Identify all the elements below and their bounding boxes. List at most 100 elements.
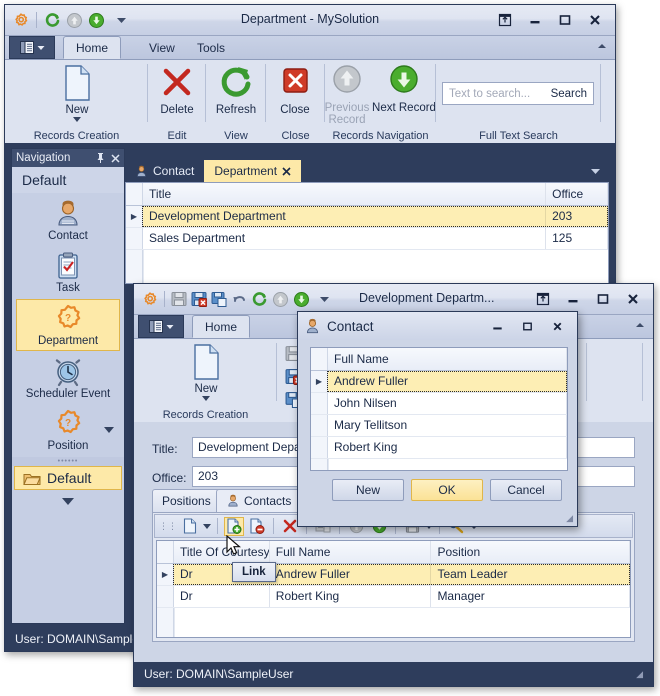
maximize-icon[interactable] bbox=[551, 9, 579, 31]
sidebar-item-position[interactable]: ? Position bbox=[16, 405, 120, 455]
tab-home[interactable]: Home bbox=[63, 36, 121, 59]
toolbar-grip-icon[interactable]: ⋮⋮ bbox=[159, 522, 177, 530]
navigation-splitter[interactable]: •••••• bbox=[12, 457, 124, 466]
doc-tab-overflow-icon[interactable] bbox=[590, 160, 609, 182]
minimize-icon[interactable] bbox=[521, 9, 549, 31]
navigation-group-header[interactable]: Default bbox=[12, 167, 124, 193]
ribbon-collapse-icon[interactable] bbox=[635, 321, 645, 329]
close-icon[interactable] bbox=[581, 9, 609, 31]
search-input[interactable]: Text to search... bbox=[449, 88, 551, 100]
column-header-full-name[interactable]: Full Name bbox=[328, 348, 567, 370]
column-header-title[interactable]: Title bbox=[143, 183, 546, 205]
cell-full-name[interactable]: Andrew Fuller bbox=[328, 371, 567, 392]
refresh-button[interactable]: Refresh bbox=[204, 64, 268, 116]
tooltip-text: Link bbox=[242, 566, 266, 578]
column-header-position[interactable]: Position bbox=[431, 541, 630, 563]
cell-position[interactable]: Team Leader bbox=[431, 564, 630, 585]
list-item[interactable]: Mary Tellitson bbox=[311, 415, 567, 437]
tab-contacts[interactable]: Contacts bbox=[216, 489, 301, 512]
app-menu-icon[interactable] bbox=[142, 291, 158, 307]
cell-position[interactable]: Manager bbox=[431, 586, 630, 607]
cell-title[interactable]: Development Department bbox=[143, 206, 546, 227]
new-button[interactable]: New bbox=[174, 343, 238, 401]
maximize-icon[interactable] bbox=[513, 315, 541, 337]
new-button[interactable] bbox=[180, 517, 200, 536]
cancel-button[interactable]: Cancel bbox=[490, 479, 562, 501]
unlink-button[interactable] bbox=[247, 517, 267, 536]
tab-view[interactable]: View bbox=[137, 36, 187, 59]
customize-qat-icon[interactable] bbox=[319, 294, 330, 305]
undo-icon[interactable] bbox=[231, 291, 247, 307]
doc-tab-department[interactable]: Department bbox=[204, 160, 301, 182]
tab-tools[interactable]: Tools bbox=[185, 36, 237, 59]
maximize-icon[interactable] bbox=[589, 288, 617, 310]
cell-office[interactable]: 203 bbox=[546, 206, 608, 227]
new-button[interactable]: New bbox=[45, 64, 109, 122]
table-row[interactable]: ▶ Dr Andrew Fuller Team Leader bbox=[157, 564, 630, 586]
minimize-icon[interactable] bbox=[559, 288, 587, 310]
restore-group-icon[interactable] bbox=[529, 288, 557, 310]
cell-full-name[interactable]: Mary Tellitson bbox=[328, 415, 567, 436]
contact-dialog-grid[interactable]: Full Name ▶ Andrew Fuller John Nilsen Ma… bbox=[310, 347, 568, 471]
column-header-title-of-courtesy[interactable]: Title Of Courtesy bbox=[174, 541, 270, 563]
chevron-down-icon[interactable] bbox=[73, 117, 81, 122]
refresh-icon[interactable] bbox=[251, 291, 268, 308]
tab-positions[interactable]: Positions bbox=[152, 489, 221, 512]
resize-grip-icon[interactable]: ◢ bbox=[566, 513, 573, 524]
tab-home[interactable]: Home bbox=[192, 315, 250, 338]
sidebar-item-scheduler-event[interactable]: Scheduler Event bbox=[16, 353, 120, 403]
navigation-group-default[interactable]: Default bbox=[14, 466, 122, 490]
cell-full-name[interactable]: Andrew Fuller bbox=[270, 564, 432, 585]
restore-group-icon[interactable] bbox=[491, 9, 519, 31]
next-icon[interactable] bbox=[293, 291, 310, 308]
chevron-down-icon[interactable] bbox=[104, 427, 114, 433]
ribbon-collapse-icon[interactable] bbox=[597, 42, 607, 50]
link-button[interactable] bbox=[224, 517, 244, 536]
next-record-button[interactable]: Next Record bbox=[371, 64, 437, 114]
save-close-icon[interactable] bbox=[191, 291, 207, 307]
list-item[interactable]: ▶ Andrew Fuller bbox=[311, 371, 567, 393]
application-menu-button[interactable] bbox=[138, 315, 184, 338]
sidebar-item-task[interactable]: Task bbox=[16, 247, 120, 297]
chevron-down-icon[interactable] bbox=[202, 396, 210, 401]
sidebar-item-department[interactable]: ? Department bbox=[16, 299, 120, 351]
list-item[interactable]: John Nilsen bbox=[311, 393, 567, 415]
navigation-expand-button[interactable] bbox=[12, 490, 124, 513]
tab-contacts-label: Contacts bbox=[244, 494, 291, 508]
search-button[interactable]: Search bbox=[551, 88, 587, 100]
previous-record-button[interactable]: Previous Record bbox=[316, 64, 378, 126]
pin-icon[interactable] bbox=[96, 153, 105, 163]
resize-grip-icon[interactable]: ◢ bbox=[636, 669, 643, 680]
application-menu-button[interactable] bbox=[9, 36, 55, 59]
table-row[interactable]: ▶ Development Department 203 bbox=[126, 206, 608, 228]
close-icon[interactable] bbox=[282, 167, 291, 176]
save-icon bbox=[171, 291, 187, 307]
cell-full-name[interactable]: Robert King bbox=[328, 437, 567, 458]
cell-title[interactable]: Sales Department bbox=[143, 228, 546, 249]
list-item[interactable]: Robert King bbox=[311, 437, 567, 459]
cell-full-name[interactable]: John Nilsen bbox=[328, 393, 567, 414]
close-icon[interactable] bbox=[111, 154, 120, 163]
group-label: Records Creation bbox=[134, 409, 277, 421]
close-icon[interactable] bbox=[619, 288, 647, 310]
ok-button[interactable]: OK bbox=[411, 479, 483, 501]
close-icon[interactable] bbox=[543, 315, 571, 337]
table-row[interactable]: Dr Robert King Manager bbox=[157, 586, 630, 608]
row-indicator: ▶ bbox=[311, 371, 328, 392]
table-row[interactable]: Sales Department 125 bbox=[126, 228, 608, 250]
chevron-down-icon[interactable] bbox=[203, 524, 211, 529]
minimize-icon[interactable] bbox=[483, 315, 511, 337]
column-header-full-name[interactable]: Full Name bbox=[270, 541, 432, 563]
column-header-office[interactable]: Office bbox=[546, 183, 608, 205]
delete-button[interactable]: Delete bbox=[145, 64, 209, 116]
doc-tab-contact[interactable]: Contact bbox=[125, 160, 204, 182]
cell-full-name[interactable]: Robert King bbox=[270, 586, 432, 607]
link-tooltip: Link bbox=[232, 562, 276, 582]
save-new-icon[interactable] bbox=[211, 291, 227, 307]
sidebar-item-contact[interactable]: Contact bbox=[16, 195, 120, 245]
cell-office[interactable]: 125 bbox=[546, 228, 608, 249]
svg-text:?: ? bbox=[65, 418, 71, 429]
department-grid[interactable]: Title Office ▶ Development Department 20… bbox=[125, 182, 609, 284]
cell-title-of-courtesy[interactable]: Dr bbox=[174, 586, 270, 607]
new-button[interactable]: New bbox=[332, 479, 404, 501]
